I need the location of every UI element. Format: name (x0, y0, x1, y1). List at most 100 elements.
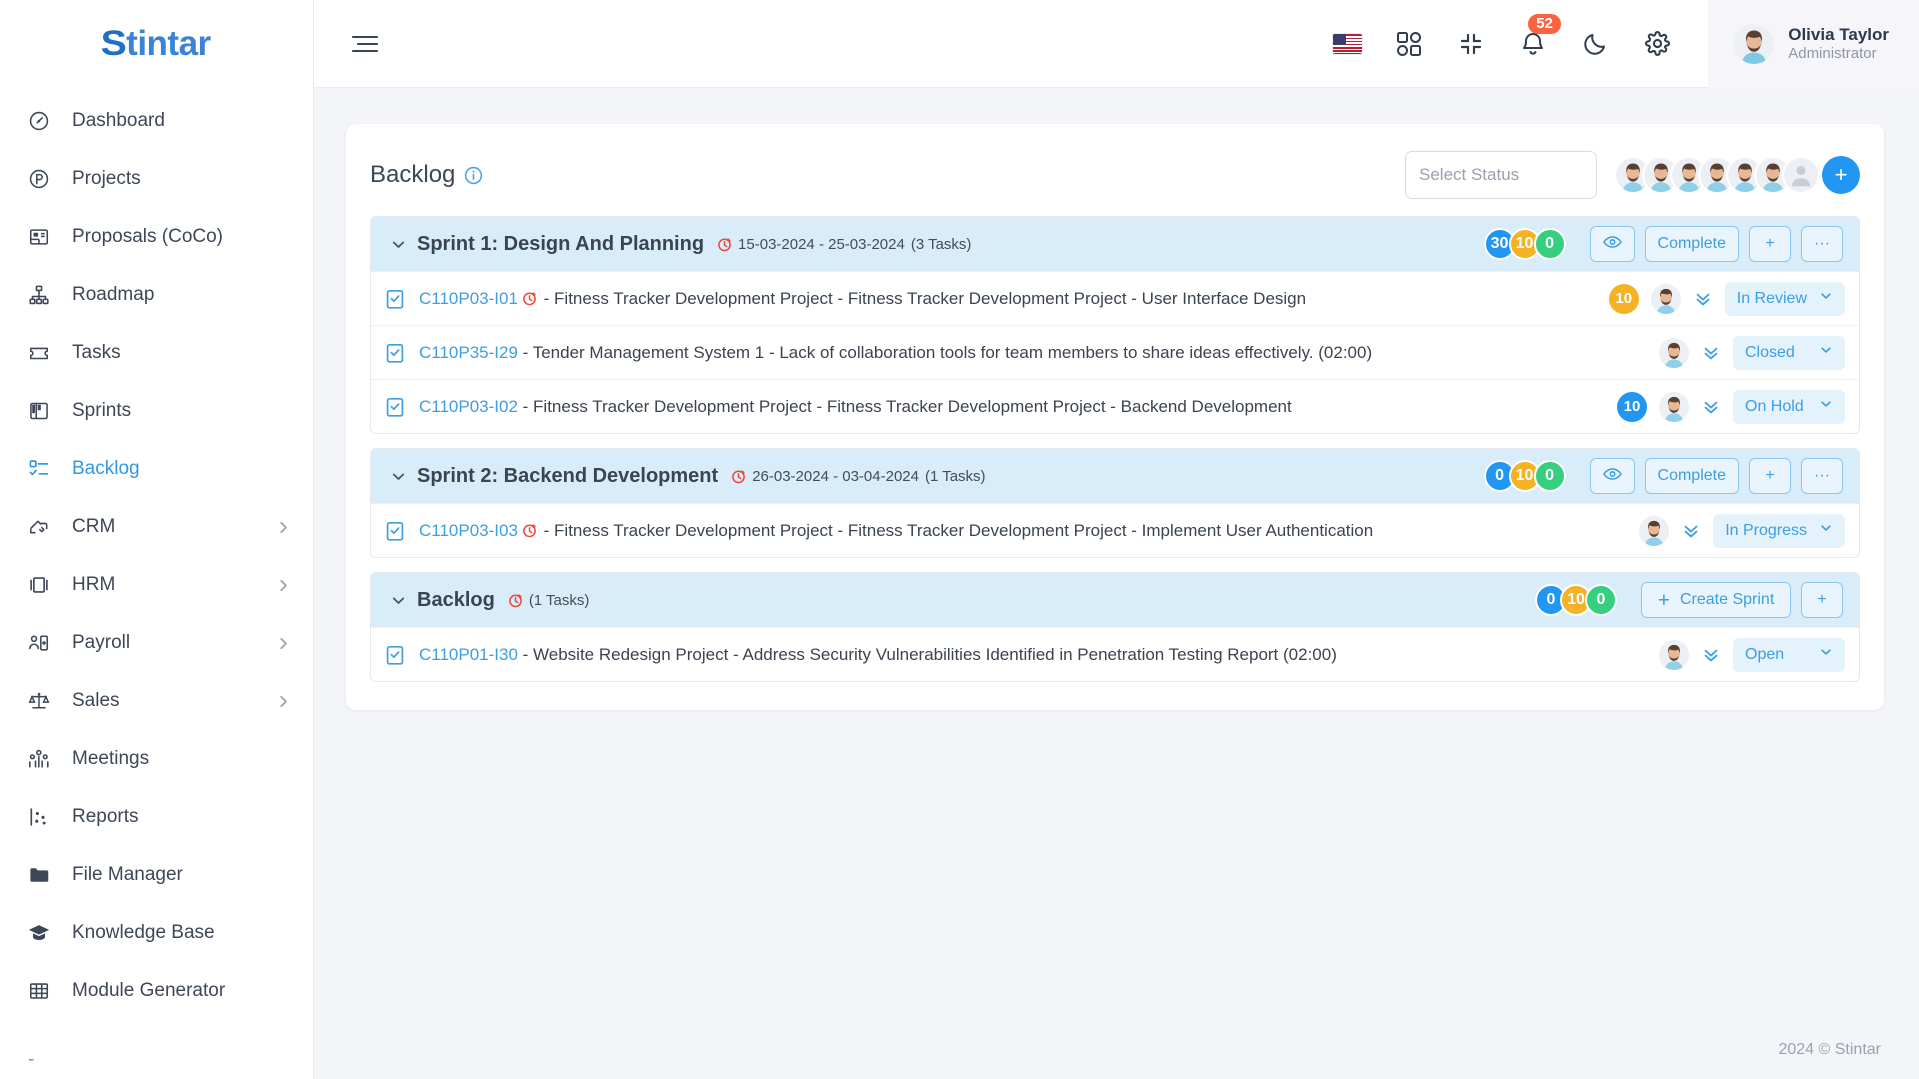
compress-icon[interactable] (1454, 27, 1488, 61)
sidebar-item-projects[interactable]: Projects (0, 150, 313, 208)
task-status-select[interactable]: On Hold (1733, 389, 1845, 424)
sprint-view-button[interactable] (1589, 458, 1635, 494)
id-card-icon (28, 573, 58, 597)
double-chevron-down-icon[interactable] (1701, 397, 1721, 417)
collapse-toggle-icon[interactable] (385, 467, 411, 486)
task-assignee-avatar[interactable] (1650, 283, 1681, 314)
sidebar-item-sales[interactable]: Sales (0, 672, 313, 730)
chevron-right-icon (276, 520, 291, 535)
double-chevron-down-icon[interactable] (1701, 343, 1721, 363)
member-avatar-placeholder[interactable] (1782, 156, 1820, 194)
task-status-select[interactable]: In Progress (1713, 513, 1845, 548)
status-filter-select[interactable]: Select Status (1405, 151, 1597, 199)
sidebar-item-roadmap[interactable]: Roadmap (0, 266, 313, 324)
user-menu[interactable]: Olivia Taylor Administrator (1708, 0, 1919, 88)
task-checkbox-icon[interactable] (385, 396, 405, 418)
brand-logo[interactable]: Stintar (0, 0, 313, 88)
sprint-group-title: Backlog (417, 588, 495, 611)
task-key[interactable]: C110P03-I03 (419, 521, 518, 540)
task-description: - Fitness Tracker Development Project - … (538, 520, 1374, 540)
moon-icon[interactable] (1578, 27, 1612, 61)
task-assignee-avatar[interactable] (1659, 337, 1689, 368)
sidebar-item-hrm[interactable]: HRM (0, 556, 313, 614)
sprint-groups: Sprint 1: Design And Planning 15-03-2024 … (370, 216, 1860, 682)
sidebar-item-tasks[interactable]: Tasks (0, 324, 313, 382)
task-key[interactable]: C110P03-I01 (419, 289, 518, 308)
task-checkbox-icon[interactable] (385, 288, 405, 310)
sidebar-item-reports[interactable]: Reports (0, 788, 313, 846)
task-row[interactable]: C110P35-I29 - Tender Management System 1… (371, 325, 1859, 379)
sidebar-item-label: Module Generator (72, 980, 226, 1001)
create-sprint-label: Create Sprint (1680, 591, 1775, 608)
task-description: - Website Redesign Project - Address Sec… (517, 644, 1337, 664)
sidebar-item-label: Roadmap (72, 284, 155, 305)
sprint-add-button[interactable]: + (1749, 226, 1791, 262)
apps-grid-icon[interactable] (1392, 27, 1426, 61)
task-checkbox-icon[interactable] (385, 520, 405, 542)
sprint-more-button[interactable]: ··· (1801, 226, 1843, 262)
sprint-complete-button[interactable]: Complete (1644, 458, 1739, 494)
sprint-more-button[interactable]: ··· (1801, 458, 1843, 494)
double-chevron-down-icon[interactable] (1701, 645, 1721, 665)
sidebar-item-backlog[interactable]: Backlog (0, 440, 313, 498)
sprint-view-button[interactable] (1589, 226, 1635, 262)
scatter-chart-icon (28, 805, 58, 829)
collapse-toggle-icon[interactable] (385, 591, 411, 610)
sprint-count-bubbles: 0 10 0 (1483, 460, 1566, 492)
user-name: Olivia Taylor (1788, 24, 1889, 44)
sidebar-item-knowledge-base[interactable]: Knowledge Base (0, 904, 313, 962)
task-row[interactable]: C110P03-I02 - Fitness Tracker Developmen… (371, 379, 1859, 433)
double-chevron-down-icon[interactable] (1681, 521, 1701, 541)
sidebar-item-crm[interactable]: CRM (0, 498, 313, 556)
sprint-group-header: Sprint 2: Backend Development 26-03-2024 … (371, 449, 1859, 503)
sprint-date-range: 15-03-2024 - 25-03-2024 (738, 235, 905, 253)
sprint-count-bubbles: 30 10 0 (1483, 228, 1566, 260)
speedometer-icon (28, 109, 58, 133)
sidebar-item-label: Sales (72, 690, 120, 711)
notifications-bell-icon[interactable]: 52 (1516, 13, 1561, 61)
add-member-button[interactable]: + (1822, 156, 1860, 194)
task-controls: 10 On Hold (1617, 389, 1845, 424)
us-flag-icon[interactable] (1330, 27, 1364, 61)
task-row[interactable]: C110P03-I01 - Fitness Tracker Developmen… (371, 271, 1859, 325)
task-assignee-avatar[interactable] (1659, 639, 1689, 670)
task-checkbox-icon[interactable] (385, 342, 405, 364)
task-key[interactable]: C110P01-I30 (419, 645, 518, 664)
sidebar-item-file-manager[interactable]: File Manager (0, 846, 313, 904)
task-row[interactable]: C110P03-I03 - Fitness Tracker Developmen… (371, 503, 1859, 557)
app-root: Stintar Dashboard Projects Proposals (CoCo… (0, 0, 1919, 1079)
sidebar-item-proposals-coco[interactable]: Proposals (CoCo) (0, 208, 313, 266)
sprint-complete-button[interactable]: Complete (1644, 226, 1739, 262)
eye-icon (1602, 235, 1622, 254)
sprint-add-button[interactable]: + (1749, 458, 1791, 494)
eye-icon (1602, 467, 1622, 486)
task-status-select[interactable]: Closed (1733, 335, 1845, 370)
chevron-down-icon (1819, 645, 1833, 664)
task-key[interactable]: C110P03-I02 (419, 397, 518, 416)
task-description: - Tender Management System 1 - Lack of c… (517, 342, 1373, 362)
sidebar-item-meetings[interactable]: Meetings (0, 730, 313, 788)
collapse-toggle-icon[interactable] (385, 235, 411, 254)
task-row[interactable]: C110P01-I30 - Website Redesign Project -… (371, 627, 1859, 681)
sidebar-item-payroll[interactable]: Payroll (0, 614, 313, 672)
task-checkbox-icon[interactable] (385, 644, 405, 666)
gear-icon[interactable] (1640, 27, 1674, 61)
task-assignee-avatar[interactable] (1639, 515, 1670, 546)
page-title: Backlog (370, 161, 456, 188)
create-sprint-button[interactable]: + Create Sprint (1641, 582, 1791, 618)
task-key[interactable]: C110P35-I29 (419, 343, 518, 362)
task-status-label: Closed (1745, 343, 1795, 361)
double-chevron-down-icon[interactable] (1693, 289, 1713, 309)
grid-table-icon (28, 979, 58, 1003)
sidebar-item-dashboard[interactable]: Dashboard (0, 92, 313, 150)
sprint-group: Sprint 2: Backend Development 26-03-2024 … (370, 448, 1860, 558)
task-status-select[interactable]: Open (1733, 637, 1845, 672)
sidebar-item-sprints[interactable]: Sprints (0, 382, 313, 440)
backlog-add-button[interactable]: + (1801, 582, 1843, 618)
sidebar-item-module-generator[interactable]: Module Generator (0, 962, 313, 1020)
task-status-select[interactable]: In Review (1724, 281, 1845, 316)
info-circle-icon[interactable] (464, 166, 483, 185)
task-assignee-avatar[interactable] (1659, 391, 1689, 422)
hamburger-icon[interactable] (348, 27, 382, 61)
sprint-group-meta: 26-03-2024 - 03-04-2024 (1 Tasks) (731, 468, 986, 485)
